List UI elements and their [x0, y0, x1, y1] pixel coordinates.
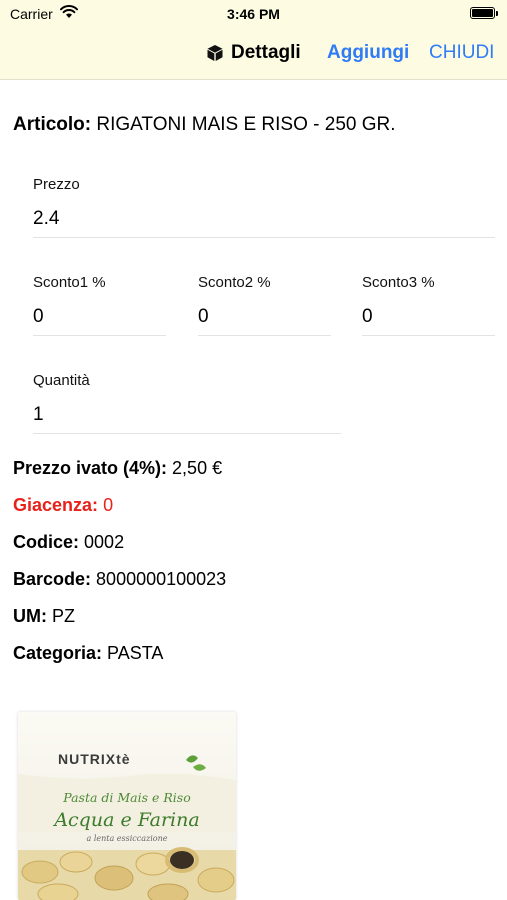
discount3-input[interactable]: 0: [362, 306, 495, 336]
discount3-label: Sconto3 %: [362, 274, 435, 291]
price-with-vat-label: Prezzo ivato (4%):: [13, 458, 168, 478]
discount1-input[interactable]: 0: [33, 306, 166, 336]
rigatoni-pasta-illustration: [18, 847, 236, 900]
stock-label: Giacenza:: [13, 495, 99, 515]
price-with-vat-row: Prezzo ivato (4%): 2,50 €: [13, 458, 222, 479]
discount3-field: Sconto3 % 0: [362, 274, 495, 336]
discount2-label: Sconto2 %: [198, 274, 271, 291]
category-value: PASTA: [107, 643, 164, 663]
stock-row: Giacenza: 0: [13, 495, 113, 516]
product-line2-text: Acqua e Farina: [52, 809, 199, 831]
product-line3-text: a lenta essiccazione: [87, 834, 168, 843]
price-input[interactable]: 2.4: [33, 208, 495, 238]
product-brand-text: NUTRIXtè: [58, 751, 131, 767]
quantity-label: Quantità: [33, 372, 90, 389]
article-label: Articolo:: [13, 114, 92, 135]
barcode-label: Barcode:: [13, 569, 92, 589]
price-field: Prezzo 2.4: [33, 176, 495, 238]
navigation-bar: Dettagli Aggiungi CHIUDI: [0, 38, 507, 70]
code-row: Codice: 0002: [13, 532, 124, 553]
unit-value: PZ: [52, 606, 76, 626]
close-button[interactable]: CHIUDI: [429, 42, 494, 64]
code-label: Codice:: [13, 532, 80, 552]
status-bar: Carrier 3:46 PM: [0, 0, 507, 30]
battery-icon: [470, 7, 498, 19]
page-title: Dettagli: [206, 42, 301, 64]
page-title-text: Dettagli: [231, 42, 301, 63]
article-value: RIGATONI MAIS E RISO - 250 GR.: [96, 114, 396, 135]
discount1-field: Sconto1 % 0: [33, 274, 166, 336]
add-button[interactable]: Aggiungi: [327, 42, 409, 64]
discount2-input[interactable]: 0: [198, 306, 331, 336]
price-with-vat-value: 2,50 €: [172, 458, 223, 478]
status-time: 3:46 PM: [227, 6, 280, 22]
quantity-field: Quantità 1: [33, 372, 341, 434]
svg-text:NUTRIXtè: NUTRIXtè: [58, 751, 131, 767]
barcode-row: Barcode: 8000000100023: [13, 569, 226, 590]
product-image: NUTRIXtè Pasta di Mais e Riso Acqua e Fa…: [18, 712, 236, 900]
product-line1-text: Pasta di Mais e Riso: [62, 790, 191, 805]
category-row: Categoria: PASTA: [13, 643, 163, 664]
discount2-field: Sconto2 % 0: [198, 274, 331, 336]
stock-value: 0: [103, 495, 114, 515]
discount1-label: Sconto1 %: [33, 274, 106, 291]
unit-label: UM:: [13, 606, 47, 626]
category-label: Categoria:: [13, 643, 103, 663]
barcode-value: 8000000100023: [96, 569, 227, 589]
code-value: 0002: [84, 532, 125, 552]
quantity-input[interactable]: 1: [33, 404, 341, 434]
article-title: Articolo: RIGATONI MAIS E RISO - 250 GR.: [13, 114, 396, 136]
unit-row: UM: PZ: [13, 606, 75, 627]
cube-icon: [207, 45, 223, 61]
top-bar: Carrier 3:46 PM Dettagli Aggiungi CHIUDI: [0, 0, 507, 80]
price-label: Prezzo: [33, 176, 80, 193]
